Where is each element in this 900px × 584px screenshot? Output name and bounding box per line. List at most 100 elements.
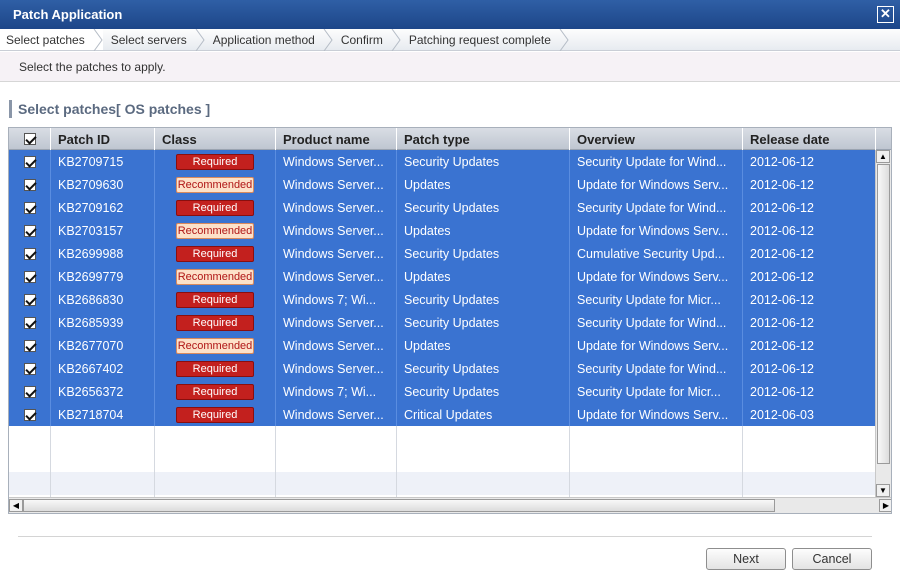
vertical-scrollbar[interactable]: ▲ ▼ [875,150,891,497]
patch-type: Security Updates [397,150,570,173]
scroll-up-icon[interactable]: ▲ [876,150,890,163]
patch-type: Security Updates [397,196,570,219]
class-cell: Required [155,357,276,380]
product-name: Windows Server... [276,219,397,242]
patch-type: Security Updates [397,380,570,403]
release-date: 2012-06-12 [743,196,876,219]
scroll-left-icon[interactable]: ◀ [9,499,23,512]
select-all-checkbox[interactable] [23,133,36,145]
overview: Update for Windows Serv... [570,265,743,288]
row-checkbox[interactable] [23,408,36,421]
table-row[interactable]: KB2718704 Required Windows Server... Critic… [9,403,876,426]
release-date: 2012-06-12 [743,311,876,334]
class-badge: Recommended [176,268,254,285]
horizontal-scroll-thumb[interactable] [23,499,775,512]
table-row[interactable]: KB2709630 Recommended Windows Server... Upd… [9,173,876,196]
empty-row [9,449,876,472]
patch-id: KB2709162 [51,196,155,219]
row-checkbox[interactable] [23,224,36,237]
row-checkbox[interactable] [23,155,36,168]
row-checkbox[interactable] [23,247,36,260]
row-select-cell [9,219,51,242]
table-body: KB2709715 Required Windows Server... Securi… [9,150,876,513]
section-title: Select patches[ OS patches ] [9,100,210,118]
row-checkbox[interactable] [23,385,36,398]
table-row[interactable]: KB2709162 Required Windows Server... Securi… [9,196,876,219]
cancel-button[interactable]: Cancel [792,548,872,570]
overview: Update for Windows Serv... [570,334,743,357]
row-select-cell [9,311,51,334]
patch-type: Updates [397,219,570,242]
step-confirm: Confirm [333,29,401,51]
row-checkbox[interactable] [23,293,36,306]
empty-cell [155,449,276,472]
overview: Security Update for Wind... [570,196,743,219]
window-title: Patch Application [13,7,123,22]
row-checkbox[interactable] [23,270,36,283]
empty-cell [51,426,155,449]
patch-id: KB2709630 [51,173,155,196]
table-header: Patch ID Class Product name Patch type O… [9,128,891,150]
table-row[interactable]: KB2699779 Recommended Windows Server... Upd… [9,265,876,288]
column-class[interactable]: Class [155,128,276,150]
release-date: 2012-06-12 [743,242,876,265]
release-date: 2012-06-12 [743,173,876,196]
table-row[interactable]: KB2709715 Required Windows Server... Securi… [9,150,876,173]
row-checkbox[interactable] [23,362,36,375]
overview: Security Update for Micr... [570,380,743,403]
next-button[interactable]: Next [706,548,786,570]
patch-id: KB2709715 [51,150,155,173]
horizontal-scrollbar[interactable]: ◀ ▶ [9,497,891,513]
column-patch-type[interactable]: Patch type [397,128,570,150]
scroll-right-icon[interactable]: ▶ [879,499,891,512]
chevron-right-icon [323,29,333,51]
row-select-cell [9,265,51,288]
class-badge: Required [176,291,254,308]
release-date: 2012-06-12 [743,288,876,311]
column-product-name[interactable]: Product name [276,128,397,150]
row-select-cell [9,288,51,311]
row-select-cell [9,357,51,380]
row-checkbox[interactable] [23,339,36,352]
class-cell: Required [155,380,276,403]
row-checkbox[interactable] [23,316,36,329]
step-label: Application method [212,32,315,47]
vertical-scroll-thumb[interactable] [877,164,890,464]
column-release-date[interactable]: Release date [743,128,876,150]
class-cell: Recommended [155,334,276,357]
patch-id: KB2699779 [51,265,155,288]
row-checkbox[interactable] [23,201,36,214]
patch-type: Security Updates [397,311,570,334]
table-row[interactable]: KB2686830 Required Windows 7; Wi... Securit… [9,288,876,311]
empty-row [9,472,876,495]
empty-cell [570,472,743,495]
scroll-down-icon[interactable]: ▼ [876,484,890,497]
table-row[interactable]: KB2677070 Recommended Windows Server... Upd… [9,334,876,357]
table-row[interactable]: KB2656372 Required Windows 7; Wi... Securit… [9,380,876,403]
empty-cell [9,449,51,472]
release-date: 2012-06-12 [743,150,876,173]
select-all-column [9,128,51,150]
class-badge: Required [176,406,254,423]
table-row[interactable]: KB2699988 Required Windows Server... Securi… [9,242,876,265]
class-badge: Required [176,360,254,377]
column-overview[interactable]: Overview [570,128,743,150]
product-name: Windows Server... [276,311,397,334]
row-checkbox[interactable] [23,178,36,191]
column-patch-id[interactable]: Patch ID [51,128,155,150]
table-row[interactable]: KB2667402 Required Windows Server... Securi… [9,357,876,380]
patch-id: KB2667402 [51,357,155,380]
table-row[interactable]: KB2703157 Recommended Windows Server... Upd… [9,219,876,242]
empty-cell [276,426,397,449]
empty-cell [155,426,276,449]
chevron-right-icon [93,29,103,51]
close-icon[interactable]: ✕ [877,6,894,23]
product-name: Windows Server... [276,357,397,380]
patch-type: Critical Updates [397,403,570,426]
release-date: 2012-06-12 [743,334,876,357]
patch-type: Updates [397,265,570,288]
table-row[interactable]: KB2685939 Required Windows Server... Securi… [9,311,876,334]
step-label: Patching request complete [408,32,551,47]
step-select-servers: Select servers [103,29,205,51]
row-select-cell [9,150,51,173]
